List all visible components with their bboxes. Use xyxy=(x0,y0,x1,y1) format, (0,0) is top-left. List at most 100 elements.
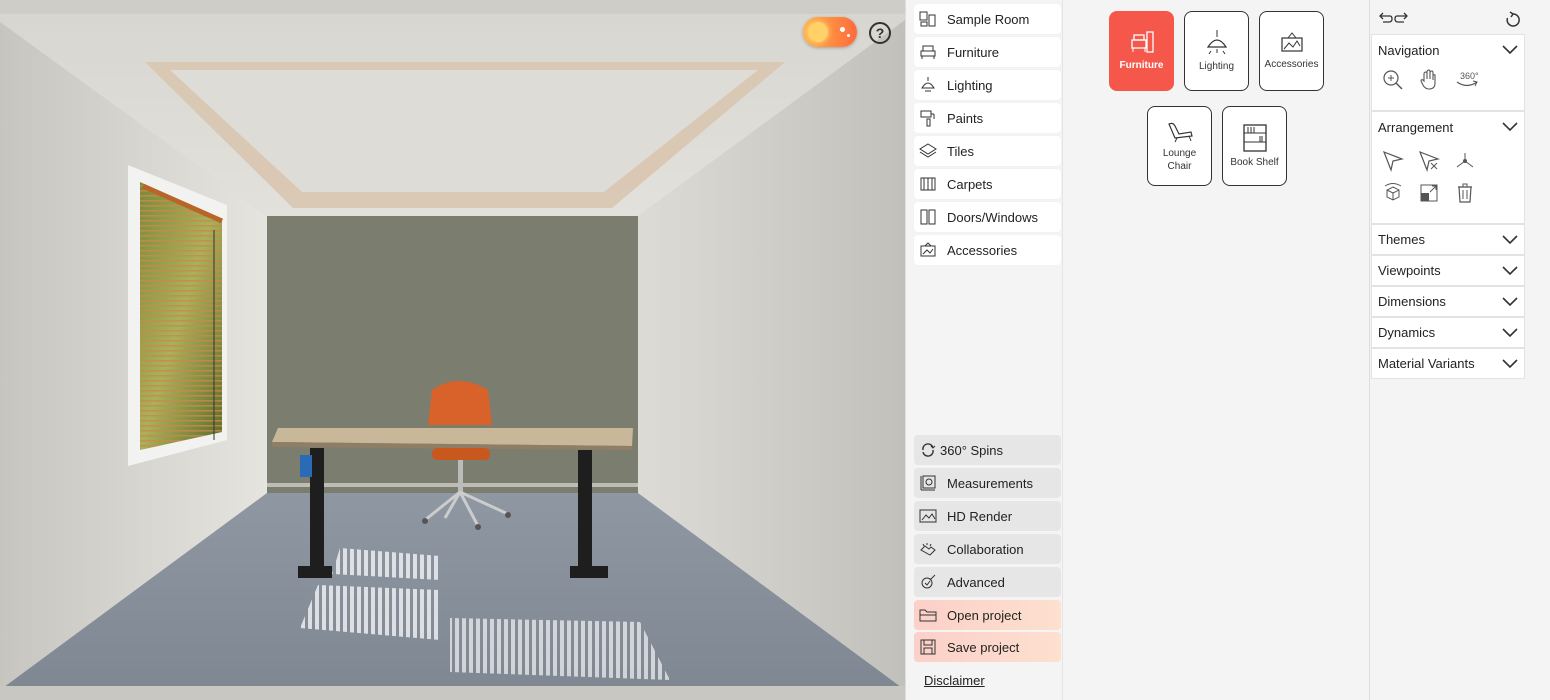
move-axis-icon[interactable] xyxy=(1454,150,1476,172)
chevron-down-icon xyxy=(1502,45,1518,55)
arrangement-section: Arrangement xyxy=(1371,111,1525,224)
pan-hand-icon[interactable] xyxy=(1418,69,1440,91)
tool-hd-render[interactable]: HD Render xyxy=(914,501,1061,531)
menu-item-label: Tiles xyxy=(947,143,974,159)
arrangement-title: Arrangement xyxy=(1378,119,1454,135)
tool-label: Advanced xyxy=(947,574,1005,590)
hd-render-icon xyxy=(918,506,938,526)
catalog-card-label: Furniture xyxy=(1119,60,1164,71)
section-title: Viewpoints xyxy=(1378,263,1441,278)
catalog-card-label: Book Shelf xyxy=(1230,157,1279,168)
tiles-icon xyxy=(918,141,938,161)
zoom-icon[interactable] xyxy=(1382,69,1404,91)
menu-item-sample-room[interactable]: Sample Room xyxy=(914,4,1061,34)
reset-icon[interactable] xyxy=(1502,9,1524,31)
arrangement-tools-row-2 xyxy=(1372,176,1524,208)
catalog-card-accessories[interactable]: Accessories xyxy=(1259,11,1324,91)
navigation-section: Navigation 360° xyxy=(1371,34,1525,111)
tool-label: Open project xyxy=(947,607,1022,623)
accessories-icon xyxy=(918,240,938,260)
lighting-icon xyxy=(1206,30,1227,55)
menu-item-accessories[interactable]: Accessories xyxy=(914,235,1061,265)
catalog-card-book-shelf[interactable]: Book Shelf xyxy=(1222,106,1287,186)
open-project-button[interactable]: Open project xyxy=(914,600,1061,630)
scale-icon[interactable] xyxy=(1418,182,1440,204)
tool-360-spins[interactable]: 360° Spins xyxy=(914,435,1061,465)
menu-item-label: Lighting xyxy=(947,77,993,93)
rotate-360-label: 360° xyxy=(1460,71,1479,81)
carpets-icon xyxy=(918,174,938,194)
menu-item-label: Doors/Windows xyxy=(947,209,1039,225)
themes-section[interactable]: Themes xyxy=(1371,224,1525,255)
furniture-icon xyxy=(918,42,938,62)
menu-item-tiles[interactable]: Tiles xyxy=(914,136,1061,166)
menu-item-furniture[interactable]: Furniture xyxy=(914,37,1061,67)
tool-advanced[interactable]: Advanced xyxy=(914,567,1061,597)
tool-collaboration[interactable]: Collaboration xyxy=(914,534,1061,564)
catalog-card-label: Lighting xyxy=(1198,61,1235,72)
chevron-down-icon xyxy=(1502,265,1518,275)
rotate-object-icon[interactable] xyxy=(1382,182,1404,204)
tool-measurements[interactable]: Measurements xyxy=(914,468,1061,498)
chevron-down-icon xyxy=(1502,234,1518,244)
room-viewport[interactable]: ? xyxy=(0,0,905,700)
save-icon xyxy=(918,637,938,657)
theme-toggle[interactable] xyxy=(803,17,857,47)
menu-item-carpets[interactable]: Carpets xyxy=(914,169,1061,199)
category-menu: Sample Room Furniture Lighting Paints Ti… xyxy=(905,0,1063,700)
navigation-header[interactable]: Navigation xyxy=(1372,35,1524,65)
folder-icon xyxy=(918,605,938,625)
spin-icon xyxy=(918,440,938,460)
book-shelf-icon xyxy=(1242,124,1267,152)
catalog-card-lighting[interactable]: Lighting xyxy=(1184,11,1249,91)
tool-label: Save project xyxy=(947,639,1020,655)
tool-label: 360° Spins xyxy=(940,442,1004,458)
catalog-card-label: Lounge Chair xyxy=(1162,147,1197,172)
lounge-chair-icon xyxy=(1167,122,1193,142)
room-scene[interactable] xyxy=(0,0,905,700)
viewpoints-section[interactable]: Viewpoints xyxy=(1371,255,1525,286)
catalog-panel: Furniture Lighting Accessories Lounge Ch… xyxy=(1064,0,1370,700)
navigation-title: Navigation xyxy=(1378,42,1440,58)
dynamics-section[interactable]: Dynamics xyxy=(1371,317,1525,348)
select-icon[interactable] xyxy=(1382,150,1404,172)
menu-item-doors-windows[interactable]: Doors/Windows xyxy=(914,202,1061,232)
section-title: Dynamics xyxy=(1378,325,1436,340)
navigation-tools: 360° xyxy=(1372,65,1524,95)
tool-label: Measurements xyxy=(947,475,1033,491)
chevron-down-icon xyxy=(1502,327,1518,337)
arrangement-tools-row-1 xyxy=(1372,142,1524,176)
catalog-card-label: Accessories xyxy=(1264,59,1319,70)
accessories-icon xyxy=(1280,32,1303,52)
advanced-icon xyxy=(918,572,938,592)
lighting-icon xyxy=(918,75,938,95)
material-variants-section[interactable]: Material Variants xyxy=(1371,348,1525,379)
menu-item-label: Accessories xyxy=(947,242,1018,258)
redo-icon[interactable] xyxy=(1391,8,1413,30)
section-title: Themes xyxy=(1378,232,1425,247)
menu-item-label: Furniture xyxy=(947,44,1000,60)
arrangement-header[interactable]: Arrangement xyxy=(1372,112,1524,142)
section-title: Material Variants xyxy=(1378,356,1475,371)
star-icon xyxy=(847,34,850,37)
paints-icon xyxy=(918,108,938,128)
save-project-button[interactable]: Save project xyxy=(914,632,1061,662)
help-button[interactable]: ? xyxy=(869,22,891,44)
chevron-down-icon xyxy=(1502,122,1518,132)
menu-item-label: Carpets xyxy=(947,176,993,192)
control-panel: Navigation 360° Arrangement Themes Viewp… xyxy=(1371,0,1550,700)
history-toolbar xyxy=(1371,8,1526,30)
catalog-card-furniture[interactable]: Furniture xyxy=(1109,11,1174,91)
menu-item-lighting[interactable]: Lighting xyxy=(914,70,1061,100)
menu-item-paints[interactable]: Paints xyxy=(914,103,1061,133)
menu-item-label: Sample Room xyxy=(947,11,1030,27)
catalog-card-lounge-chair[interactable]: Lounge Chair xyxy=(1147,106,1212,186)
doors-windows-icon xyxy=(918,207,938,227)
deselect-icon[interactable] xyxy=(1418,150,1440,172)
section-title: Dimensions xyxy=(1378,294,1446,309)
tool-label: Collaboration xyxy=(947,541,1024,557)
dimensions-section[interactable]: Dimensions xyxy=(1371,286,1525,317)
disclaimer-link[interactable]: Disclaimer xyxy=(924,673,985,688)
trash-icon[interactable] xyxy=(1454,182,1476,204)
rotate-360-icon[interactable]: 360° xyxy=(1454,69,1480,91)
